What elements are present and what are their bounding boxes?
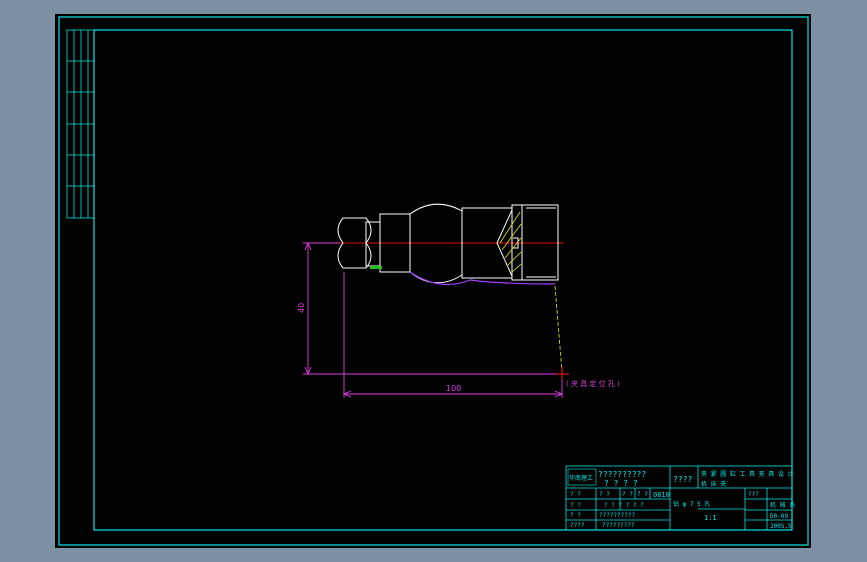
row1-c4: ? ? [637,491,648,498]
project-name: 夹 紧 圆 缸 工 具 夹 具 设 计 [701,470,794,478]
locating-note: ( 夹 具 定 位 孔 ) [566,379,620,388]
material-label: ??? [748,491,759,498]
row2-c3: ? ? ? ? ? ? [604,502,644,509]
green-marker [370,266,382,269]
dim-horizontal-label: 100 [446,384,461,393]
drawing-code: D0-09 [770,513,788,520]
project-sub: 机 床 夹 [701,480,726,488]
row3-c3: ?????????? [599,512,636,519]
row4-c1: ???? [570,522,585,529]
row1-date: 0810 [653,491,670,499]
school-label: 机 械 系 [770,501,795,509]
operation-label: 钻 φ 7 5 孔 [673,500,710,508]
row2-c1: ? ? [570,502,581,509]
sheet-date: 2005.5 [770,523,792,530]
row3-c1: ? ? [570,512,581,519]
school-logo-text: 华南理工 [569,474,593,482]
dim-vertical-label: 40 [297,303,306,313]
row1-c3: ? ? [622,491,633,498]
row4-c3: ????????? [602,522,635,529]
cad-drawing-canvas[interactable]: 40 100 ( 夹 具 定 位 孔 ) 华南理工 ?????????? ? ?… [0,0,867,562]
company-sub: ? ? ? ? [604,479,638,488]
scale-label: 1:1 [704,514,717,522]
row1-c1: ? ? [570,491,581,498]
row1-c2: ? ? [599,491,610,498]
company-name: ?????????? [598,470,646,479]
col-title: ???? [673,475,692,484]
